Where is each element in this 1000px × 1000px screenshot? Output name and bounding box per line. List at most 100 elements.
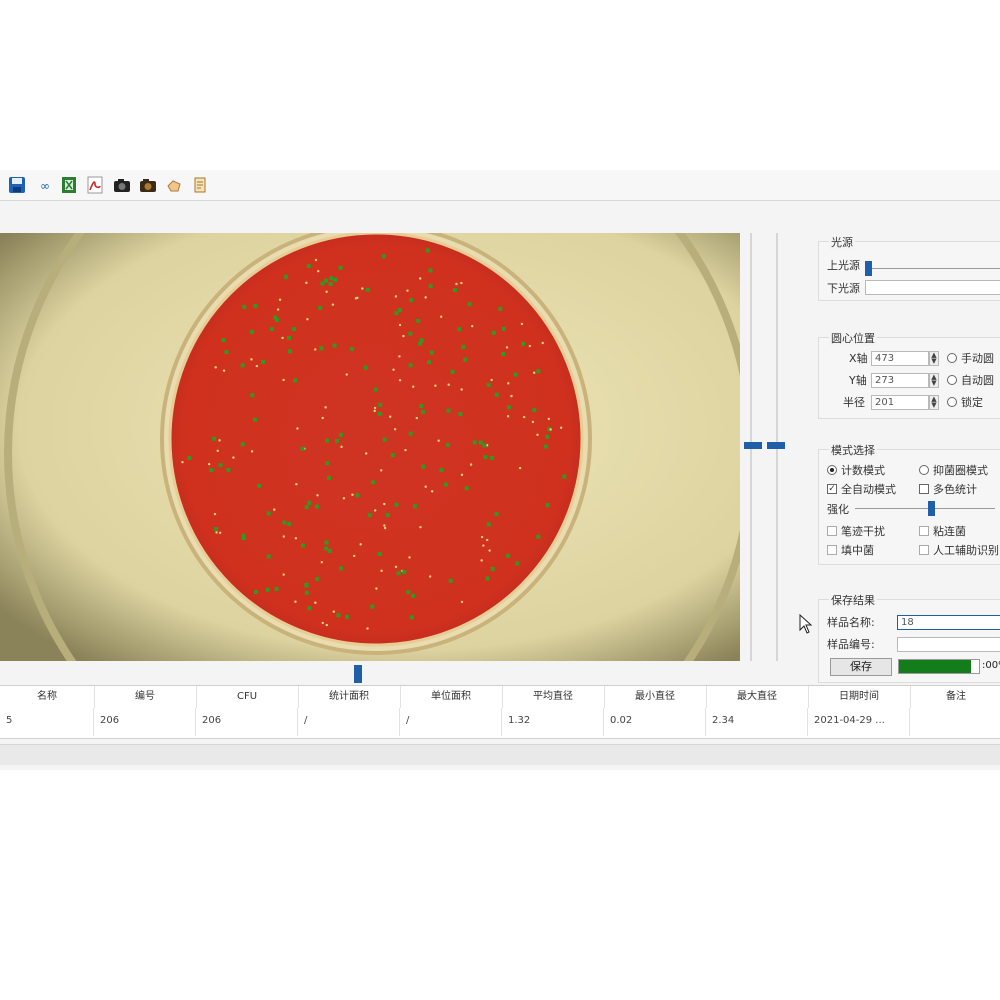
- camera-dark-icon[interactable]: [138, 175, 158, 195]
- colony: [294, 537, 298, 540]
- colony: [412, 385, 415, 388]
- lower-light-field[interactable]: [865, 280, 1000, 295]
- interference-row: 笔迹干扰: [827, 523, 885, 539]
- colony: [394, 295, 398, 298]
- colony: [366, 627, 369, 630]
- column-header[interactable]: 备注: [910, 686, 1000, 708]
- sticky-checkbox[interactable]: [919, 526, 929, 536]
- column-header[interactable]: 日期时间: [808, 686, 911, 708]
- interference-checkbox[interactable]: [827, 526, 837, 536]
- column-header[interactable]: 单位面积: [400, 686, 503, 708]
- colony-marker: [327, 549, 332, 554]
- colony: [325, 290, 328, 294]
- colony-marker: [402, 570, 407, 575]
- colony-marker: [483, 455, 488, 460]
- colony: [321, 416, 324, 420]
- colony-marker: [338, 566, 343, 571]
- colony-marker: [450, 369, 455, 374]
- enhance-slider-track[interactable]: [855, 508, 995, 509]
- colony: [321, 621, 324, 625]
- sample-id-row: 样品编号:: [827, 636, 1000, 652]
- radius-input[interactable]: 201: [871, 394, 929, 410]
- x-axis-spinner[interactable]: ▲ ▼: [929, 350, 939, 366]
- column-header[interactable]: 最大直径: [706, 686, 809, 708]
- colony: [320, 560, 324, 564]
- inhibit-mode-radio[interactable]: [919, 465, 929, 475]
- save-progress-bar: [898, 659, 980, 674]
- fill-checkbox[interactable]: [827, 545, 837, 555]
- upper-light-slider-thumb[interactable]: [865, 261, 872, 276]
- table-cell: 5: [0, 708, 94, 736]
- colony: [507, 382, 510, 385]
- scroll-icon[interactable]: [190, 175, 210, 195]
- radius-spinner[interactable]: ▲ ▼: [929, 394, 939, 410]
- colony-marker: [461, 344, 466, 349]
- colony: [359, 543, 362, 546]
- save-progress-fill: [899, 660, 971, 673]
- sample-name-input[interactable]: 18: [897, 614, 1000, 630]
- petri-dish-image[interactable]: [0, 233, 740, 661]
- manual-recog-checkbox[interactable]: [919, 545, 929, 555]
- enhance-slider-thumb[interactable]: [928, 501, 936, 516]
- colony-marker: [240, 442, 245, 447]
- column-header[interactable]: 平均直径: [502, 686, 605, 708]
- table-scrollbar[interactable]: [0, 744, 1000, 765]
- colony-marker: [485, 576, 490, 581]
- save-button[interactable]: 保存: [830, 658, 892, 676]
- colony: [394, 565, 398, 569]
- x-axis-input[interactable]: 473: [871, 350, 929, 366]
- colony: [419, 525, 422, 529]
- zoom-handle-left[interactable]: [744, 442, 762, 449]
- count-mode-radio[interactable]: [827, 465, 837, 475]
- colony-marker: [491, 330, 496, 335]
- column-header[interactable]: 编号: [94, 686, 197, 708]
- manual-circle-radio[interactable]: [947, 353, 957, 363]
- camera-icon[interactable]: [112, 175, 132, 195]
- colony-marker: [420, 409, 425, 414]
- colony-marker: [287, 349, 292, 354]
- y-axis-input[interactable]: 273: [871, 372, 929, 388]
- fixed-circle-radio[interactable]: [947, 397, 957, 407]
- hand-icon[interactable]: [164, 175, 184, 195]
- save-icon[interactable]: [7, 175, 27, 195]
- manual-recog-label: 人工辅助识别: [933, 544, 999, 557]
- colony: [351, 493, 354, 496]
- link-icon[interactable]: ∞: [36, 175, 56, 195]
- colony-marker: [269, 327, 274, 332]
- column-header[interactable]: CFU: [196, 686, 299, 708]
- colony-marker: [320, 281, 325, 286]
- column-header[interactable]: 最小直径: [604, 686, 707, 708]
- horizontal-scroll-thumb[interactable]: [354, 665, 362, 683]
- colony: [510, 394, 513, 398]
- colony: [340, 445, 343, 449]
- zoom-handle-right[interactable]: [767, 442, 785, 449]
- mouse-cursor-icon: [799, 613, 813, 637]
- colony-marker: [513, 372, 518, 377]
- colony: [482, 544, 485, 547]
- colony: [404, 448, 407, 452]
- colony: [317, 269, 320, 273]
- x-axis-label: X轴: [849, 352, 868, 365]
- radius-row: 半径 201 ▲ ▼ 锁定: [843, 394, 983, 410]
- auto-circle-radio[interactable]: [947, 375, 957, 385]
- column-header[interactable]: 名称: [0, 686, 95, 708]
- excel-icon[interactable]: [59, 175, 79, 195]
- colony: [373, 406, 377, 410]
- table-cell: /: [400, 708, 502, 736]
- multicolor-checkbox[interactable]: [919, 484, 929, 494]
- sample-id-input[interactable]: [897, 636, 1000, 652]
- colony: [485, 538, 489, 542]
- upper-light-row: 上光源: [827, 257, 860, 273]
- colony: [222, 369, 226, 372]
- colony-marker: [382, 437, 387, 442]
- enhance-label: 强化: [827, 503, 849, 516]
- upper-light-slider-track[interactable]: [865, 268, 1000, 269]
- auto-mode-checkbox[interactable]: ✓: [827, 484, 837, 494]
- y-axis-spinner[interactable]: ▲ ▼: [929, 372, 939, 388]
- colony: [324, 406, 327, 409]
- column-header[interactable]: 统计面积: [298, 686, 401, 708]
- colony: [506, 415, 510, 418]
- pdf-icon[interactable]: [85, 175, 105, 195]
- colony: [361, 287, 364, 290]
- colony-marker: [306, 264, 311, 269]
